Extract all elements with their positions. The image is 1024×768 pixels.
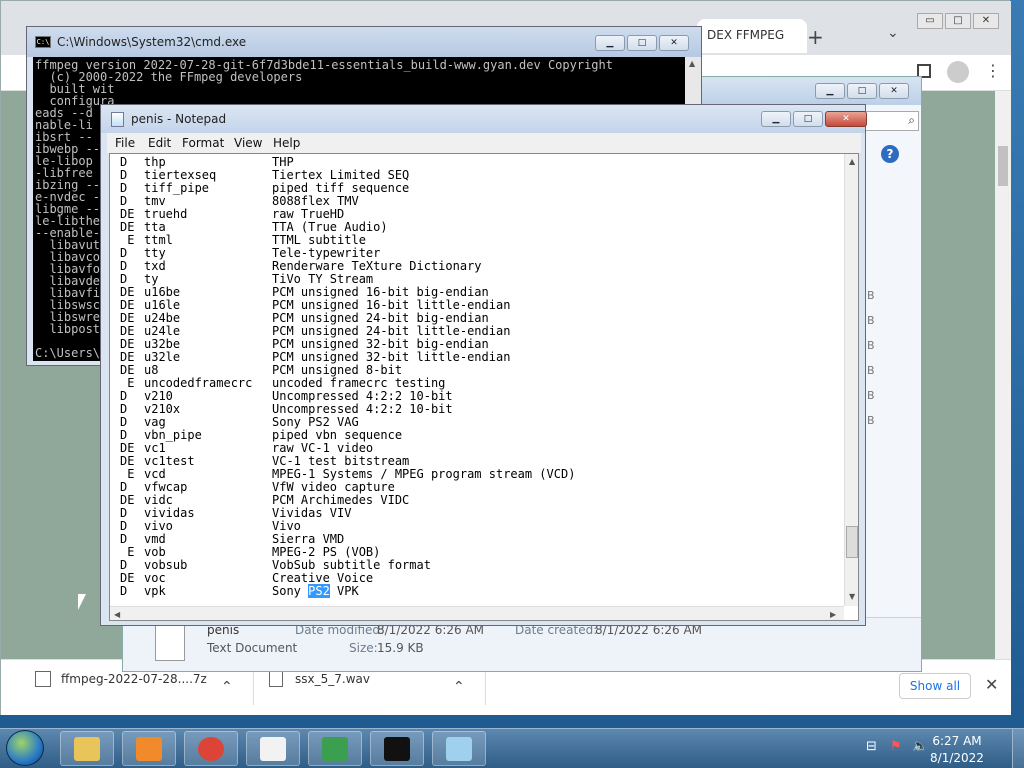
download-divider	[485, 669, 486, 705]
download-options-chevron-icon[interactable]: ⌃	[221, 679, 233, 695]
chrome-tab[interactable]: DEX FFMPEG	[697, 19, 807, 53]
explorer-icon	[74, 737, 100, 761]
notepad-text-area[interactable]: D thp THP D tiertexseq Tiertex Limited SEQ D…	[109, 153, 859, 621]
explorer-close-button[interactable]: ✕	[879, 83, 909, 99]
size-label: Size:	[349, 641, 378, 655]
scroll-left-arrow-icon[interactable]: ◀	[114, 610, 120, 619]
menu-edit[interactable]: Edit	[148, 136, 171, 150]
size-column-cell: B	[867, 339, 875, 352]
notepad-title-bar: penis - Notepad ▁ □ ✕	[101, 105, 867, 133]
notepad-window[interactable]: penis - Notepad ▁ □ ✕ File Edit Format V…	[100, 104, 867, 626]
help-icon[interactable]: ?	[881, 145, 899, 163]
cmd-title-bar: C:\ C:\Windows\System32\cmd.exe ▁ □ ✕	[27, 27, 701, 57]
notepad-minimize-button[interactable]: ▁	[761, 111, 791, 127]
scroll-right-arrow-icon[interactable]: ▶	[830, 610, 836, 619]
menu-view[interactable]: View	[234, 136, 262, 150]
size-column-cell: B	[867, 314, 875, 327]
notepad-close-button[interactable]: ✕	[825, 111, 867, 127]
explorer-minimize-button[interactable]: ▁	[815, 83, 845, 99]
scroll-down-arrow-icon[interactable]: ▼	[849, 592, 855, 601]
clock-date[interactable]: 8/1/2022	[928, 751, 986, 765]
details-file-type: Text Document	[207, 641, 298, 655]
chrome-menu-icon[interactable]: ⋮	[985, 61, 1001, 80]
cmd-title: C:\Windows\System32\cmd.exe	[57, 35, 247, 49]
download-options-chevron-icon[interactable]: ⌃	[453, 679, 465, 695]
search-icon: ⌕	[908, 113, 915, 127]
notepad-scrollbar-thumb[interactable]	[846, 526, 858, 558]
notepad-app-icon	[111, 112, 124, 127]
notepad-maximize-button[interactable]: □	[793, 111, 823, 127]
download-item-name: ffmpeg-2022-07-28....7z	[61, 672, 207, 686]
installer-icon	[322, 737, 348, 761]
taskbar-7-zip-button[interactable]	[246, 731, 300, 766]
close-download-bar-icon[interactable]: ✕	[985, 675, 998, 694]
chrome-scrollbar-thumb[interactable]	[998, 146, 1008, 186]
taskbar-notepad-button[interactable]	[432, 731, 486, 766]
cmd-minimize-button[interactable]: ▁	[595, 35, 625, 51]
notepad-title: penis - Notepad	[131, 112, 227, 126]
size-column-cell: B	[867, 289, 875, 302]
cmd-maximize-button[interactable]: □	[627, 35, 657, 51]
cmd-icon	[384, 737, 410, 761]
size-value: 15.9 KB	[377, 641, 424, 655]
mouse-cursor-icon	[78, 594, 86, 610]
new-tab-button[interactable]: +	[807, 25, 824, 49]
taskbar-media-player-button[interactable]	[122, 731, 176, 766]
show-all-downloads-button[interactable]: Show all	[899, 673, 971, 699]
7-zip-icon	[260, 737, 286, 761]
chrome-close-button[interactable]: ✕	[973, 13, 999, 29]
network-icon[interactable]: ⊟	[866, 739, 877, 754]
audio-file-icon	[269, 671, 283, 687]
download-item-2[interactable]: ssx_5_7.wav	[269, 671, 370, 703]
cmd-app-icon: C:\	[35, 36, 51, 48]
action-center-icon[interactable]: ⚑	[890, 739, 902, 754]
taskbar-installer-button[interactable]	[308, 731, 362, 766]
cmd-close-button[interactable]: ✕	[659, 35, 689, 51]
chrome-maximize-button[interactable]: □	[945, 13, 971, 29]
media-player-icon	[136, 737, 162, 761]
console-line: libpost	[35, 322, 101, 336]
taskbar-cmd-button[interactable]	[370, 731, 424, 766]
explorer-search-input[interactable]: ⌕	[863, 111, 919, 131]
menu-help[interactable]: Help	[273, 136, 300, 150]
menu-file[interactable]: File	[115, 136, 135, 150]
text-document-icon	[155, 625, 185, 661]
notepad-text-content: D thp THP D tiertexseq Tiertex Limited SEQ D…	[110, 156, 844, 604]
chrome-minimize-button[interactable]: ▭	[917, 13, 943, 29]
profile-avatar[interactable]	[947, 61, 969, 83]
console-line: C:\Users\	[35, 346, 101, 360]
download-item-name: ssx_5_7.wav	[295, 672, 370, 686]
volume-icon[interactable]: 🔈	[912, 739, 928, 754]
taskbar-chrome-button[interactable]	[184, 731, 238, 766]
notepad-menu-bar: File Edit Format View Help	[107, 133, 861, 153]
chrome-icon	[198, 737, 224, 761]
size-column-cell: B	[867, 389, 875, 402]
selected-text[interactable]: PS2	[308, 584, 330, 598]
start-button[interactable]	[6, 730, 44, 766]
menu-format[interactable]: Format	[182, 136, 224, 150]
text-line: D vpk Sony PS2 VPK	[120, 584, 359, 598]
explorer-maximize-button[interactable]: □	[847, 83, 877, 99]
clock-time[interactable]: 6:27 AM	[928, 734, 986, 748]
notepad-icon	[446, 737, 472, 761]
size-column-cell: B	[867, 364, 875, 377]
chrome-tab-label: DEX FFMPEG	[707, 28, 785, 42]
show-desktop-button[interactable]	[1012, 729, 1024, 768]
size-column-cell: B	[867, 414, 875, 427]
download-divider	[253, 669, 254, 705]
download-item-1[interactable]: ffmpeg-2022-07-28....7z	[35, 671, 207, 703]
archive-file-icon	[35, 671, 51, 687]
taskbar-explorer-button[interactable]	[60, 731, 114, 766]
tab-search-button[interactable]: ⌄	[887, 25, 899, 41]
notepad-horizontal-scrollbar[interactable]: ◀ ▶	[110, 606, 844, 620]
scroll-up-arrow-icon[interactable]: ▲	[689, 59, 695, 68]
scroll-up-arrow-icon[interactable]: ▲	[849, 157, 855, 166]
